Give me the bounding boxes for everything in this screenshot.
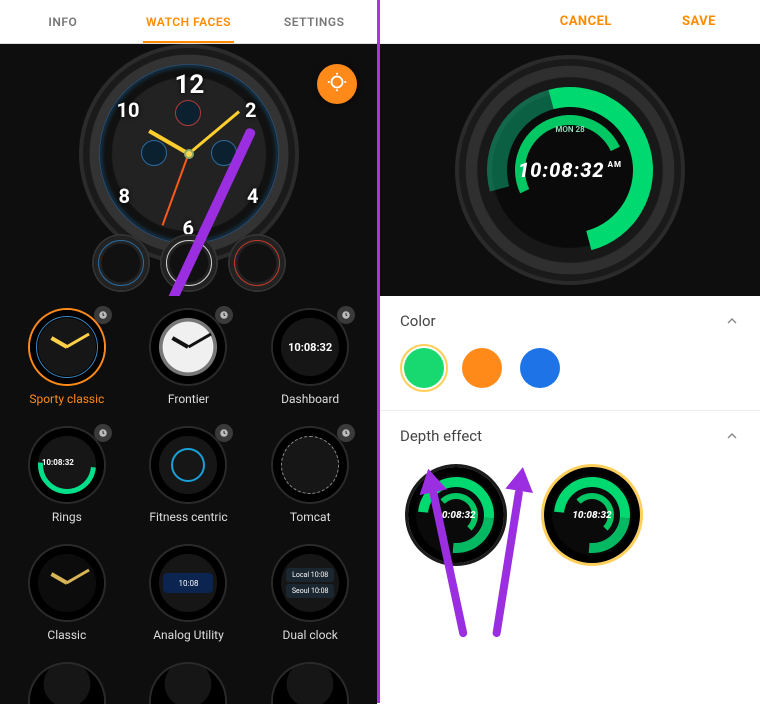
face-thumb	[273, 664, 347, 704]
face-anut[interactable]: 10:08 Analog Utility	[130, 546, 248, 642]
face-label: Tomcat	[290, 510, 331, 524]
preview-date: MON 28	[555, 125, 584, 134]
watch-preview-face: 12 2 4 6 8 10	[89, 54, 289, 254]
depth-time: 10:08:32	[572, 510, 611, 521]
face-thumb: 10:08	[151, 546, 225, 620]
face-sporty[interactable]: Sporty classic	[8, 310, 126, 406]
face-dual[interactable]: Local 10:08Seoul 10:08 Dual clock	[251, 546, 369, 642]
face-label: Analog Utility	[153, 628, 224, 642]
face-frontier[interactable]: Frontier	[130, 310, 248, 406]
center-cap	[184, 149, 194, 159]
tab-settings[interactable]: SETTINGS	[251, 0, 377, 43]
color-swatch-green[interactable]	[404, 348, 444, 388]
customize-preview: MON 28 10:08:32 AM	[380, 44, 760, 296]
face-dash[interactable]: 10:08:32 Dashboard	[251, 310, 369, 406]
face-thumb: 10:08:32	[30, 428, 104, 502]
face-rings[interactable]: 10:08:32 Rings	[8, 428, 126, 524]
clock-icon	[215, 424, 233, 442]
face-label: Frontier	[168, 392, 209, 406]
cancel-button[interactable]: CANCEL	[560, 14, 612, 29]
preview-ampm: AM	[608, 160, 622, 169]
face-label: Sporty classic	[29, 392, 104, 406]
color-swatches	[400, 344, 740, 402]
numeral-8: 8	[119, 184, 130, 208]
preview-time: 10:08:32 AM	[518, 158, 622, 182]
save-button[interactable]: SAVE	[682, 14, 716, 29]
face-more[interactable]	[8, 664, 126, 704]
subdial-left	[141, 140, 167, 166]
face-tom[interactable]: Tomcat	[251, 428, 369, 524]
digital-watch-face: MON 28 10:08:32 AM	[465, 65, 675, 275]
numeral-12: 12	[175, 70, 205, 100]
face-label: Rings	[52, 510, 82, 524]
variant-red[interactable]	[230, 236, 284, 290]
face-thumb	[151, 310, 225, 384]
face-thumb: Local 10:08Seoul 10:08	[273, 546, 347, 620]
watch-face-list[interactable]: Sporty classicFrontier10:08:32Dashboard1…	[0, 296, 377, 704]
action-bar: CANCEL SAVE	[380, 0, 760, 44]
color-swatch-orange[interactable]	[462, 348, 502, 388]
clock-icon	[94, 424, 112, 442]
face-thumb: 10:08:32	[273, 310, 347, 384]
depth-option-2[interactable]: 10:08:32	[544, 467, 640, 563]
tab-watch-faces[interactable]: WATCH FACES	[126, 0, 252, 43]
numeral-10: 10	[117, 98, 140, 122]
depth-section-title: Depth effect	[400, 427, 482, 445]
color-section-title: Color	[400, 312, 436, 330]
chevron-up-icon[interactable]	[724, 428, 740, 444]
variant-blue[interactable]	[94, 236, 148, 290]
face-thumb	[273, 428, 347, 502]
customize-fab[interactable]	[317, 64, 357, 104]
watch-preview: 12 2 4 6 8 10	[0, 44, 377, 296]
face-label: Classic	[47, 628, 86, 642]
tab-info[interactable]: INFO	[0, 0, 126, 43]
face-fit[interactable]: Fitness centric	[130, 428, 248, 524]
face-thumb	[30, 664, 104, 704]
face-thumb	[151, 428, 225, 502]
clock-icon	[337, 306, 355, 324]
subdial-top	[175, 100, 201, 126]
color-section: Color	[380, 296, 760, 411]
clock-icon	[337, 424, 355, 442]
customize-panel: CANCEL SAVE MON 28 10:08:32 AM Color Dep	[380, 0, 760, 703]
face-label: Dual clock	[282, 628, 337, 642]
face-more[interactable]	[130, 664, 248, 704]
numeral-4: 4	[247, 184, 258, 208]
face-label: Fitness centric	[149, 510, 227, 524]
face-thumb	[30, 310, 104, 384]
face-thumb	[30, 546, 104, 620]
face-more[interactable]	[251, 664, 369, 704]
clock-icon	[215, 306, 233, 324]
face-label: Dashboard	[281, 392, 339, 406]
watch-settings-icon	[326, 71, 348, 97]
face-thumb	[151, 664, 225, 704]
top-tabs: INFO WATCH FACES SETTINGS	[0, 0, 377, 44]
watch-faces-panel: INFO WATCH FACES SETTINGS 12 2 4 6 8 10	[0, 0, 380, 703]
color-swatch-blue[interactable]	[520, 348, 560, 388]
chevron-up-icon[interactable]	[724, 313, 740, 329]
numeral-2: 2	[245, 98, 256, 122]
face-class[interactable]: Classic	[8, 546, 126, 642]
clock-icon	[94, 306, 112, 324]
